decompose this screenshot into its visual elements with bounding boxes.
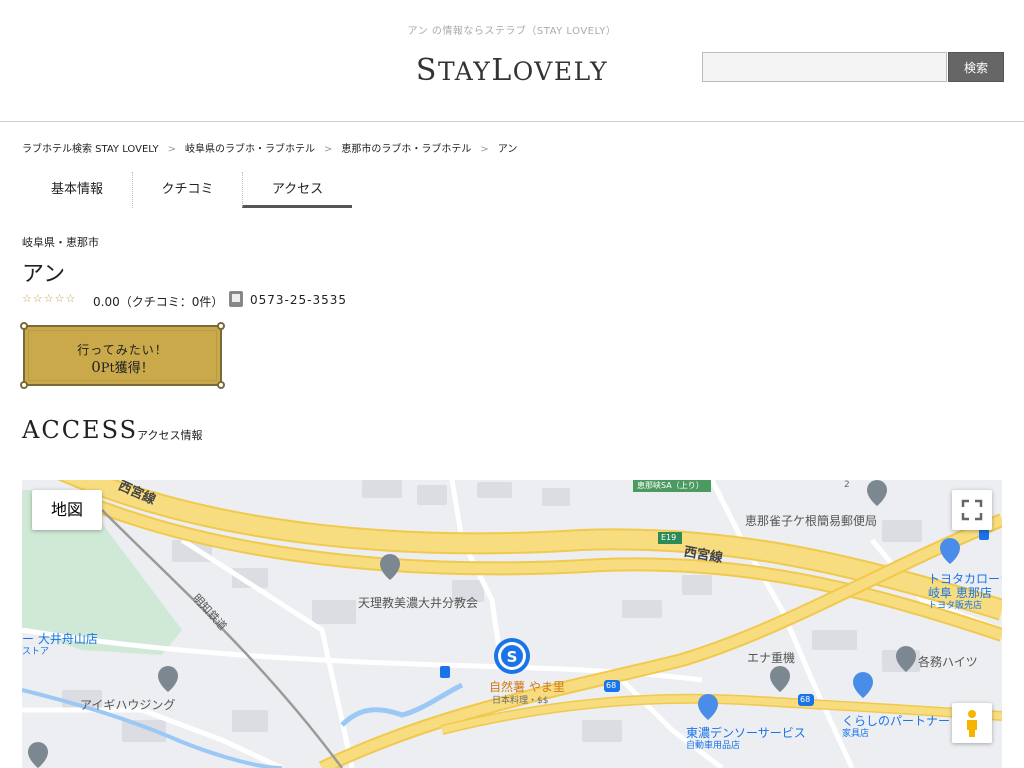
map-streetview-button[interactable] [952,703,992,743]
map-bus-stop-icon [440,666,450,678]
ornament-corner-icon [20,381,28,389]
breadcrumb: ラブホテル検索 STAY LOVELY > 岐阜県のラブホ・ラブホテル > 恵那市のラブ… [22,140,517,155]
search-button[interactable]: 検索 [948,52,1004,82]
ornament-corner-icon [217,322,225,330]
map-enajuki-label: エナ重機 [747,651,796,665]
hotel-phone[interactable]: 0573-25-3535 [250,293,347,307]
map-aigi-label: アイギハウジング [80,698,176,712]
map-yamasato-category: 日本料理・$$ [492,696,549,706]
breadcrumb-separator: > [480,144,489,155]
want-to-go-button[interactable]: 行ってみたい！ 0Pt獲得！ [20,322,225,389]
ornament-corner-icon [217,381,225,389]
breadcrumb-current: アン [497,144,518,155]
breadcrumb-home[interactable]: ラブホテル検索 STAY LOVELY [22,140,159,155]
hotel-name: アン [22,262,66,287]
site-header: アン の情報ならステラブ（STAY LOVELY） STAYLOVELY 検索 [0,0,1024,122]
map-kakumu-label: 各務ハイツ [918,655,978,669]
map-route-68 [319,515,1002,768]
ornament-corner-icon [20,322,28,330]
google-map[interactable]: S 西宮線 西宮線 E19 恵那峡SA（上り） 2 恵那雀子ケ根簡易郵便局 トヨ… [22,480,1002,768]
map-expressway-number: E19 [661,533,677,542]
map-hotel-marker: S [494,638,530,674]
map-route-number: 68 [800,695,811,704]
tab-access[interactable]: アクセス [242,172,352,208]
map-post-office-label: 恵那雀子ケ根簡易郵便局 [745,514,878,528]
map-sa-label: 恵那峡SA（上り） [637,481,704,490]
rating-score: 0.00（クチコミ：0件） [93,295,224,309]
want-to-go-label: 行ってみたい！ [77,343,168,357]
svg-text:S: S [507,648,518,666]
rating-stars: ☆☆☆☆☆ [22,292,77,305]
breadcrumb-separator: > [167,144,177,155]
access-heading: ACCESS [22,416,139,444]
map-fullscreen-button[interactable] [952,490,992,530]
phone-icon [229,291,243,307]
site-tagline: アン の情報ならステラブ（STAY LOVELY） [407,26,617,37]
breadcrumb-city[interactable]: 恵那市のラブホ・ラブホテル [341,140,471,155]
map-tono-category: 自動車用品店 [686,741,741,751]
map-toyota-category: トヨタ販売店 [928,601,983,611]
fullscreen-icon [961,499,983,521]
want-to-go-points: 0Pt獲得！ [91,358,154,376]
map-kurashi-category: 家具店 [842,729,870,739]
map-store-category: ストア [22,647,50,657]
tab-reviews[interactable]: クチコミ [132,172,242,208]
hotel-area: 岐阜県・恵那市 [22,236,99,249]
tab-basic-info[interactable]: 基本情報 [22,172,132,208]
access-subheading: アクセス情報 [137,429,203,442]
map-type-button[interactable]: 地図 [32,490,102,530]
map-label-number: 2 [844,480,850,490]
pegman-icon [967,710,977,737]
search-input[interactable] [702,52,947,82]
map-route-number: 68 [606,681,617,690]
breadcrumb-separator: > [324,144,333,155]
breadcrumb-prefecture[interactable]: 岐阜県のラブホ・ラブホテル [185,140,315,155]
map-tenri-label: 天理教美濃大井分教会 [358,596,479,610]
